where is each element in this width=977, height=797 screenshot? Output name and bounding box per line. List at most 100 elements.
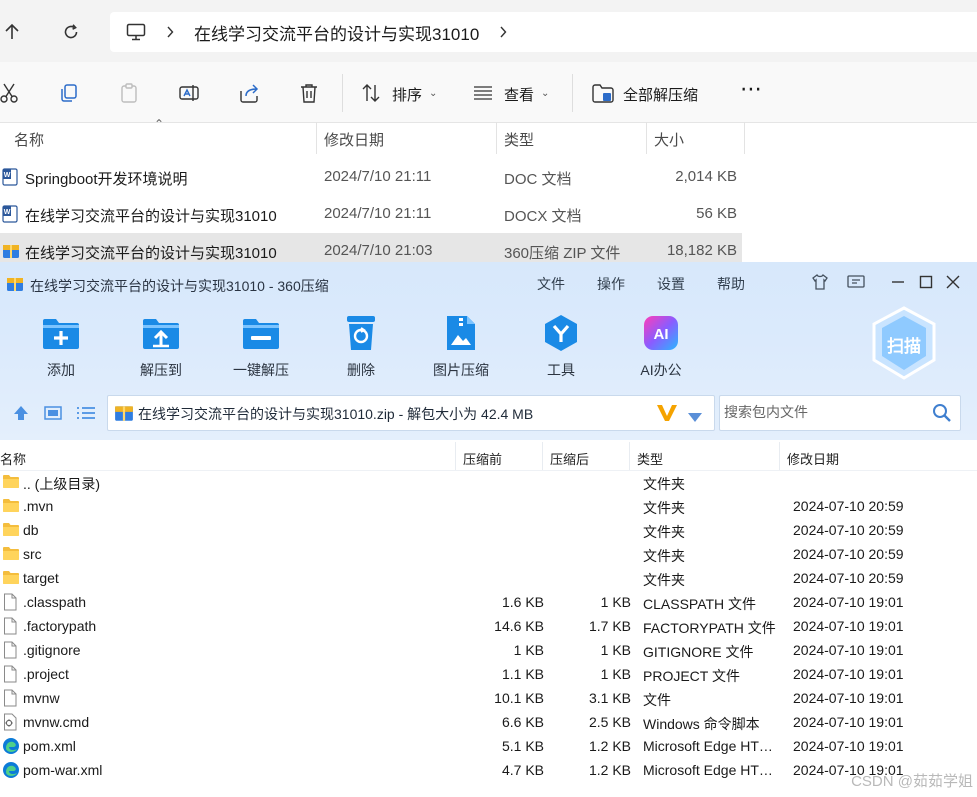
- folder-icon: [2, 545, 20, 563]
- toolbar-divider: [342, 74, 343, 112]
- refresh-icon[interactable]: [57, 18, 85, 46]
- extract-all-button[interactable]: 全部解压缩: [623, 84, 698, 105]
- zip-file-row[interactable]: src 文件夹 2024-07-10 20:59: [0, 542, 977, 566]
- menu-settings[interactable]: 设置: [657, 274, 685, 294]
- menu-help[interactable]: 帮助: [717, 274, 745, 294]
- tool-tools-button[interactable]: 工具: [521, 312, 601, 380]
- column-divider[interactable]: [542, 442, 543, 470]
- zip-file-row[interactable]: mvnw.cmd 6.6 KB 2.5 KB Windows 命令脚本 2024-07-…: [0, 710, 977, 734]
- entry-date: 2024-07-10 20:59: [793, 522, 904, 538]
- zip-path-bar[interactable]: 在线学习交流平台的设计与实现31010.zip - 解包大小为 42.4 MB: [107, 395, 715, 431]
- folder-icon: [2, 569, 20, 587]
- tool-delete-button[interactable]: 删除: [321, 312, 401, 380]
- sort-icon[interactable]: [358, 80, 384, 106]
- zip-search-box[interactable]: [719, 395, 961, 431]
- feedback-icon[interactable]: [846, 272, 866, 292]
- chevron-down-icon[interactable]: ⌄: [429, 88, 437, 99]
- list-view-icon[interactable]: [76, 405, 96, 426]
- column-type[interactable]: 类型: [637, 449, 663, 468]
- chevron-right-icon[interactable]: [499, 26, 513, 38]
- extract-all-icon[interactable]: [590, 80, 616, 106]
- column-divider[interactable]: [496, 122, 497, 154]
- column-after[interactable]: 压缩后: [550, 449, 589, 468]
- sort-button[interactable]: 排序: [392, 84, 422, 105]
- entry-type: 文件夹: [643, 500, 685, 516]
- delete-icon[interactable]: [296, 80, 322, 106]
- maximize-icon[interactable]: [916, 272, 936, 292]
- cut-icon[interactable]: [0, 80, 22, 106]
- zip-file-row[interactable]: mvnw 10.1 KB 3.1 KB 文件 2024-07-10 19:01: [0, 686, 977, 710]
- zip-file-row[interactable]: .gitignore 1 KB 1 KB GITIGNORE 文件 2024-07-10…: [0, 638, 977, 662]
- entry-type: Microsoft Edge HT…: [643, 762, 773, 778]
- share-icon[interactable]: [236, 80, 262, 106]
- zip-file-row[interactable]: .mvn 文件夹 2024-07-10 20:59: [0, 494, 977, 518]
- up-arrow-icon[interactable]: [12, 405, 30, 426]
- tool-one-click-extract-button[interactable]: 一键解压: [221, 312, 301, 380]
- entry-type: 文件: [643, 692, 671, 708]
- file-row[interactable]: W 在线学习交流平台的设计与实现31010 2024/7/10 21:11 DO…: [0, 196, 742, 232]
- size-after: 1.2 KB: [588, 738, 631, 754]
- skin-icon[interactable]: [810, 272, 830, 292]
- tool-ai-office-button[interactable]: AI AI办公: [621, 312, 701, 380]
- zip-archive-icon: [114, 403, 134, 423]
- column-divider[interactable]: [455, 442, 456, 470]
- entry-date: 2024-07-10 19:01: [793, 666, 904, 682]
- v-logo-icon[interactable]: [656, 403, 678, 428]
- tool-image-compress-button[interactable]: 图片压缩: [421, 312, 501, 380]
- search-icon[interactable]: [932, 403, 952, 428]
- zip-file-row[interactable]: .. (上级目录) 文件夹: [0, 470, 977, 494]
- column-divider[interactable]: [629, 442, 630, 470]
- column-divider[interactable]: [646, 122, 647, 154]
- entry-type: CLASSPATH 文件: [643, 596, 757, 612]
- column-divider[interactable]: [316, 122, 317, 154]
- chevron-down-icon[interactable]: ⌄: [541, 88, 549, 99]
- zip-file-row[interactable]: db 文件夹 2024-07-10 20:59: [0, 518, 977, 542]
- entry-date: 2024-07-10 19:01: [793, 642, 904, 658]
- paste-icon: [116, 80, 142, 106]
- rename-icon[interactable]: [176, 80, 202, 106]
- column-date[interactable]: 修改日期: [787, 449, 839, 468]
- chevron-right-icon[interactable]: [166, 26, 180, 38]
- column-date[interactable]: 修改日期: [324, 129, 384, 150]
- column-name[interactable]: 名称: [14, 129, 44, 150]
- zip-search-input[interactable]: [722, 403, 926, 421]
- file-row[interactable]: W Springboot开发环境说明 2024/7/10 21:11 DOC 文…: [0, 159, 742, 195]
- tool-add-button[interactable]: 添加: [21, 312, 101, 380]
- close-icon[interactable]: [943, 272, 963, 292]
- column-before[interactable]: 压缩前: [463, 449, 502, 468]
- view-button[interactable]: 查看: [504, 84, 534, 105]
- column-type[interactable]: 类型: [504, 129, 534, 150]
- size-before: 5.1 KB: [501, 738, 544, 754]
- one-click-extract-icon: [240, 312, 282, 354]
- thumbnail-view-icon[interactable]: [44, 405, 62, 426]
- zip-file-row[interactable]: .classpath 1.6 KB 1 KB CLASSPATH 文件 2024-07-…: [0, 590, 977, 614]
- up-arrow-icon[interactable]: [0, 18, 26, 46]
- zip-file-row[interactable]: pom-war.xml 4.7 KB 1.2 KB Microsoft Edge HT…: [0, 758, 977, 782]
- zip-file-row[interactable]: .factorypath 14.6 KB 1.7 KB FACTORYPATH 文件 2…: [0, 614, 977, 638]
- column-divider[interactable]: [779, 442, 780, 470]
- scan-badge[interactable]: 扫描: [868, 304, 940, 382]
- size-after: 2.5 KB: [588, 714, 631, 730]
- column-size[interactable]: 大小: [654, 129, 684, 150]
- tool-extract-to-button[interactable]: 解压到: [121, 312, 201, 380]
- entry-date: 2024-07-10 19:01: [793, 594, 904, 610]
- menu-operate[interactable]: 操作: [597, 274, 625, 294]
- breadcrumb-folder[interactable]: 在线学习交流平台的设计与实现31010: [194, 20, 479, 45]
- more-options-icon[interactable]: ⋯: [740, 76, 763, 102]
- size-before: 4.7 KB: [501, 762, 544, 778]
- view-icon[interactable]: [470, 80, 496, 106]
- zip-file-row[interactable]: target 文件夹 2024-07-10 20:59: [0, 566, 977, 590]
- copy-icon[interactable]: [56, 80, 82, 106]
- file-icon: [2, 689, 20, 707]
- column-name[interactable]: 名称: [0, 449, 26, 468]
- column-divider[interactable]: [744, 122, 745, 154]
- zip-file-row[interactable]: .project 1.1 KB 1 KB PROJECT 文件 2024-07-10 1…: [0, 662, 977, 686]
- zip-file-row[interactable]: pom.xml 5.1 KB 1.2 KB Microsoft Edge HT… 202…: [0, 734, 977, 758]
- tool-label: 工具: [547, 362, 575, 378]
- file-type: DOCX 文档: [504, 208, 582, 225]
- minimize-icon[interactable]: [888, 272, 908, 292]
- address-bar[interactable]: 在线学习交流平台的设计与实现31010: [110, 12, 977, 52]
- dropdown-arrow-icon[interactable]: [688, 409, 702, 427]
- menu-file[interactable]: 文件: [537, 274, 565, 294]
- file-name: 在线学习交流平台的设计与实现31010: [25, 208, 277, 225]
